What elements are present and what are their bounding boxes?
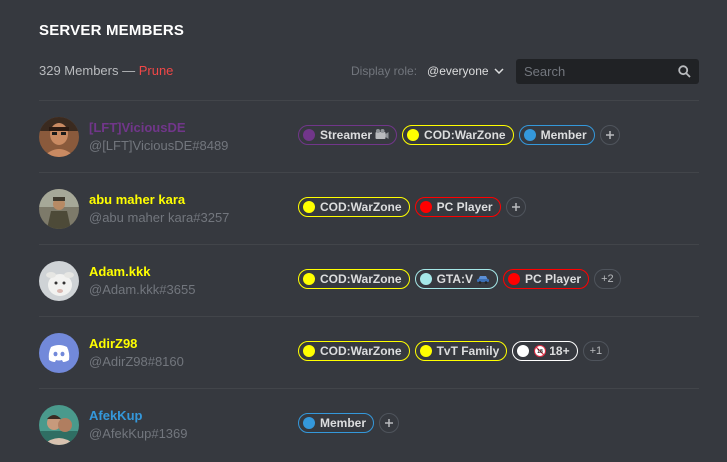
role-pill[interactable]: Member	[518, 125, 595, 145]
role-pill[interactable]: COD:WarZone	[298, 197, 410, 217]
role-pill[interactable]: PC Player	[414, 197, 501, 217]
role-label: GTA:V	[436, 272, 474, 286]
role-list: COD:WarZone TvT Family 18 18+ +1	[298, 341, 610, 361]
role-label: TvT Family	[436, 344, 500, 358]
member-count-line: 329 Members — Prune	[39, 63, 173, 78]
avatar[interactable]	[39, 117, 79, 157]
member-name[interactable]: abu maher kara	[89, 192, 185, 207]
member-name[interactable]: AdirZ98	[89, 336, 137, 351]
member-name[interactable]: Adam.kkk	[89, 264, 150, 279]
role-pill[interactable]: Streamer	[298, 125, 398, 145]
role-pill[interactable]: PC Player	[503, 269, 590, 289]
role-color-dot[interactable]	[303, 417, 315, 429]
page-title: SERVER MEMBERS	[39, 22, 185, 39]
role-color-dot[interactable]	[508, 273, 521, 285]
role-color-dot[interactable]	[419, 273, 432, 285]
role-color-dot[interactable]	[419, 345, 432, 357]
role-label: PC Player	[525, 272, 582, 286]
search-input[interactable]	[524, 64, 678, 79]
avatar[interactable]	[39, 261, 79, 301]
member-row[interactable]: Adam.kkk @Adam.kkk#3655 COD:WarZone GTA:V PC…	[39, 244, 699, 316]
member-tag: @AdirZ98#8160	[89, 354, 184, 369]
role-color-dot[interactable]	[303, 129, 315, 141]
role-label: COD:WarZone	[424, 128, 506, 142]
svg-text:18: 18	[537, 349, 543, 355]
role-pill[interactable]: TvT Family	[414, 341, 508, 361]
add-role-button[interactable]	[505, 197, 526, 217]
role-list: Streamer COD:WarZone Member	[298, 125, 620, 145]
member-tag: @[LFT]ViciousDE#8489	[89, 138, 229, 153]
search-icon[interactable]	[678, 65, 691, 78]
member-tag: @abu maher kara#3257	[89, 210, 230, 225]
chevron-down-icon	[494, 68, 504, 74]
role-pill[interactable]: COD:WarZone	[298, 341, 410, 361]
role-label: COD:WarZone	[320, 344, 402, 358]
add-role-button[interactable]	[599, 125, 620, 145]
role-list: COD:WarZone PC Player	[298, 197, 526, 217]
display-role-filter: Display role: @everyone	[351, 64, 504, 78]
role-pill[interactable]: GTA:V	[414, 269, 499, 289]
film-camera-icon	[375, 129, 389, 141]
role-color-dot[interactable]	[303, 201, 315, 213]
member-row[interactable]: AfekKup @AfekKup#1369 Member	[39, 388, 699, 460]
car-icon	[476, 274, 490, 284]
member-name[interactable]: [LFT]ViciousDE	[89, 120, 186, 135]
prune-link[interactable]: Prune	[139, 63, 174, 78]
member-name[interactable]: AfekKup	[89, 408, 142, 423]
role-label: PC Player	[436, 200, 493, 214]
role-color-dot[interactable]	[517, 345, 530, 357]
role-color-dot[interactable]	[303, 345, 315, 357]
role-label: 18+	[549, 344, 570, 358]
avatar[interactable]	[39, 405, 79, 445]
plus-icon	[605, 130, 615, 140]
display-role-label: Display role:	[351, 64, 418, 78]
more-roles-badge[interactable]: +2	[594, 269, 621, 289]
role-color-dot[interactable]	[523, 129, 536, 141]
member-row[interactable]: [LFT]ViciousDE @[LFT]ViciousDE#8489 Stream…	[39, 100, 699, 172]
display-role-dropdown[interactable]: @everyone	[427, 64, 504, 78]
role-color-dot[interactable]	[407, 129, 420, 141]
role-pill[interactable]: 18 18+	[512, 341, 578, 361]
role-pill[interactable]: Member	[298, 413, 375, 433]
discord-default-avatar[interactable]	[39, 333, 79, 373]
plus-icon	[384, 418, 394, 428]
member-row[interactable]: abu maher kara @abu maher kara#3257 COD:Wa…	[39, 172, 699, 244]
role-pill[interactable]: COD:WarZone	[298, 269, 410, 289]
role-label: COD:WarZone	[320, 272, 402, 286]
no-under-18-icon: 18	[534, 345, 547, 357]
role-pill[interactable]: COD:WarZone	[402, 125, 514, 145]
role-label: Member	[320, 416, 367, 430]
more-roles-badge[interactable]: +1	[582, 341, 610, 361]
add-role-button[interactable]	[379, 413, 400, 433]
role-label: Streamer	[320, 128, 373, 142]
role-list: COD:WarZone GTA:V PC Player +2	[298, 269, 621, 289]
search-box	[516, 59, 699, 84]
role-list: Member	[298, 413, 400, 433]
role-color-dot[interactable]	[303, 273, 315, 285]
count-separator: —	[118, 63, 139, 78]
plus-icon	[511, 202, 521, 212]
role-label: Member	[540, 128, 587, 142]
role-color-dot[interactable]	[419, 201, 432, 213]
member-tag: @AfekKup#1369	[89, 426, 188, 441]
role-label: COD:WarZone	[320, 200, 402, 214]
member-count: 329 Members	[39, 63, 119, 78]
avatar[interactable]	[39, 189, 79, 229]
display-role-value: @everyone	[427, 64, 489, 78]
member-tag: @Adam.kkk#3655	[89, 282, 196, 297]
member-row[interactable]: AdirZ98 @AdirZ98#8160 COD:WarZone TvT Famil…	[39, 316, 699, 388]
